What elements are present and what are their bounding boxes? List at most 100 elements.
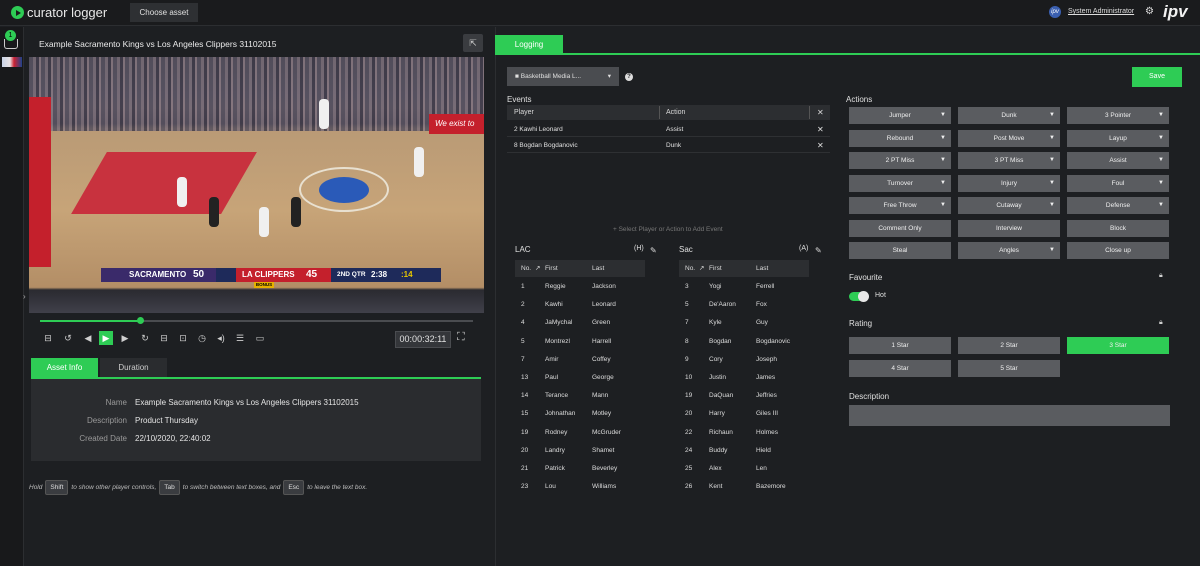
- collapse-arrow-icon[interactable]: ›: [23, 292, 26, 301]
- caret-down-icon[interactable]: ▼: [1158, 107, 1164, 124]
- action-button-angles[interactable]: Angles ▼: [958, 242, 1060, 259]
- action-button-interview[interactable]: Interview: [958, 220, 1060, 237]
- caret-down-icon[interactable]: ▼: [1049, 152, 1055, 169]
- settings-sliders-icon[interactable]: ☰: [233, 331, 247, 345]
- popout-icon[interactable]: ⇱: [463, 34, 483, 52]
- action-button-post-move[interactable]: Post Move ▼: [958, 130, 1060, 147]
- fast-forward-icon[interactable]: ↻: [138, 331, 152, 345]
- roster-row[interactable]: 5 De'Aaron Fox: [679, 296, 809, 314]
- rating-button-2-star[interactable]: 2 Star: [958, 337, 1060, 354]
- action-button-turnover[interactable]: Turnover ▼: [849, 175, 951, 192]
- lock-icon[interactable]: 🔒︎: [1159, 319, 1163, 327]
- roster-row[interactable]: 7 Amir Coffey: [515, 351, 645, 369]
- roster-row[interactable]: 4 JaMychal Green: [515, 314, 645, 332]
- rating-button-5-star[interactable]: 5 Star: [958, 360, 1060, 377]
- mark-in-icon[interactable]: ⊟: [41, 331, 55, 345]
- choose-asset-button[interactable]: Choose asset: [130, 3, 198, 22]
- caret-down-icon[interactable]: ▼: [1049, 130, 1055, 147]
- caret-down-icon[interactable]: ▼: [940, 107, 946, 124]
- action-button-block[interactable]: Block: [1067, 220, 1169, 237]
- play-button[interactable]: ▶: [99, 331, 113, 345]
- roster-row[interactable]: 2 Kawhi Leonard: [515, 296, 645, 314]
- clear-events-icon[interactable]: ✕: [817, 105, 824, 120]
- roster-row[interactable]: 13 Paul George: [515, 369, 645, 387]
- action-button-close-up[interactable]: Close up: [1067, 242, 1169, 259]
- caret-down-icon[interactable]: ▼: [1049, 107, 1055, 124]
- action-button-3-pt-miss[interactable]: 3 PT Miss ▼: [958, 152, 1060, 169]
- rewind-icon[interactable]: ↺: [61, 331, 75, 345]
- action-button-free-throw[interactable]: Free Throw ▼: [849, 197, 951, 214]
- roster-row[interactable]: 9 Cory Joseph: [679, 351, 809, 369]
- caret-down-icon[interactable]: ▼: [940, 197, 946, 214]
- roster-row[interactable]: 25 Alex Len: [679, 460, 809, 478]
- description-textarea[interactable]: [849, 405, 1170, 426]
- roster-row[interactable]: 14 Terance Mann: [515, 387, 645, 405]
- mark-out-icon[interactable]: ⊟: [157, 331, 171, 345]
- action-button-injury[interactable]: Injury ▼: [958, 175, 1060, 192]
- save-button[interactable]: Save: [1132, 67, 1182, 87]
- action-button-dunk[interactable]: Dunk ▼: [958, 107, 1060, 124]
- clock-icon[interactable]: ◷: [195, 331, 209, 345]
- cart-icon[interactable]: [4, 39, 18, 49]
- action-button-3-pointer[interactable]: 3 Pointer ▼: [1067, 107, 1169, 124]
- caret-down-icon[interactable]: ▼: [1158, 197, 1164, 214]
- help-icon[interactable]: ?: [625, 73, 633, 81]
- roster-row[interactable]: 3 Yogi Ferrell: [679, 278, 809, 296]
- lock-icon[interactable]: 🔒︎: [1159, 272, 1163, 280]
- roster-row[interactable]: 20 Landry Shamet: [515, 442, 645, 460]
- rating-button-1-star[interactable]: 1 Star: [849, 337, 951, 354]
- action-button-layup[interactable]: Layup ▼: [1067, 130, 1169, 147]
- roster-row[interactable]: 15 Johnathan Motley: [515, 405, 645, 423]
- roster-row[interactable]: 1 Reggie Jackson: [515, 278, 645, 296]
- action-button-cutaway[interactable]: Cutaway ▼: [958, 197, 1060, 214]
- sort-icon[interactable]: ↗: [535, 260, 540, 277]
- caret-down-icon[interactable]: ▼: [1158, 175, 1164, 192]
- caret-down-icon[interactable]: ▼: [1049, 197, 1055, 214]
- roster-row[interactable]: 21 Patrick Beverley: [515, 460, 645, 478]
- edit-home-team-icon[interactable]: ✎: [650, 246, 657, 255]
- event-row[interactable]: 2 Kawhi Leonard Assist ✕: [507, 122, 830, 137]
- roster-row[interactable]: 26 Kent Bazemore: [679, 478, 809, 496]
- roster-row[interactable]: 8 Bogdan Bogdanovic: [679, 333, 809, 351]
- roster-row[interactable]: 7 Kyle Guy: [679, 314, 809, 332]
- action-button-jumper[interactable]: Jumper ▼: [849, 107, 951, 124]
- captions-icon[interactable]: ▭: [253, 331, 267, 345]
- action-button-comment-only[interactable]: Comment Only: [849, 220, 951, 237]
- roster-row[interactable]: 5 Montrezl Harrell: [515, 333, 645, 351]
- caret-down-icon[interactable]: ▼: [1158, 130, 1164, 147]
- tab-logging[interactable]: Logging: [495, 35, 563, 54]
- roster-row[interactable]: 20 Harry Giles III: [679, 405, 809, 423]
- video-player[interactable]: We exist to SACRAMENTO 50 LA CLIPPERS 45…: [29, 57, 484, 313]
- action-button-2-pt-miss[interactable]: 2 PT Miss ▼: [849, 152, 951, 169]
- step-back-icon[interactable]: ◀: [81, 331, 95, 345]
- event-row[interactable]: 8 Bogdan Bogdanovic Dunk ✕: [507, 138, 830, 153]
- roster-row[interactable]: 22 Richaun Holmes: [679, 424, 809, 442]
- hot-toggle[interactable]: [849, 291, 869, 302]
- seek-handle[interactable]: [136, 317, 144, 324]
- action-button-defense[interactable]: Defense ▼: [1067, 197, 1169, 214]
- roster-row[interactable]: 19 Rodney McGruder: [515, 424, 645, 442]
- caret-down-icon[interactable]: ▼: [940, 130, 946, 147]
- tab-duration[interactable]: Duration: [100, 358, 167, 378]
- rating-button-3-star[interactable]: 3 Star: [1067, 337, 1169, 354]
- tab-asset-info[interactable]: Asset Info: [31, 358, 98, 378]
- roster-row[interactable]: 19 DaQuan Jeffries: [679, 387, 809, 405]
- action-button-rebound[interactable]: Rebound ▼: [849, 130, 951, 147]
- action-button-foul[interactable]: Foul ▼: [1067, 175, 1169, 192]
- step-forward-icon[interactable]: ▶: [118, 331, 132, 345]
- caret-down-icon[interactable]: ▼: [1049, 242, 1055, 259]
- rating-button-4-star[interactable]: 4 Star: [849, 360, 951, 377]
- caret-down-icon[interactable]: ▼: [940, 152, 946, 169]
- delete-event-icon[interactable]: ✕: [817, 122, 824, 137]
- caret-down-icon[interactable]: ▼: [940, 175, 946, 192]
- caret-down-icon[interactable]: ▼: [1158, 152, 1164, 169]
- fullscreen-icon[interactable]: ⛶: [457, 331, 465, 344]
- sort-icon[interactable]: ↗: [699, 260, 704, 277]
- gear-icon[interactable]: ⚙: [1145, 6, 1154, 17]
- volume-icon[interactable]: ◂): [214, 331, 228, 345]
- delete-event-icon[interactable]: ✕: [817, 138, 824, 153]
- action-button-steal[interactable]: Steal: [849, 242, 951, 259]
- roster-row[interactable]: 10 Justin James: [679, 369, 809, 387]
- asset-thumbnail[interactable]: [2, 57, 22, 67]
- media-type-dropdown[interactable]: ■ Basketball Media L... ▾: [507, 67, 619, 86]
